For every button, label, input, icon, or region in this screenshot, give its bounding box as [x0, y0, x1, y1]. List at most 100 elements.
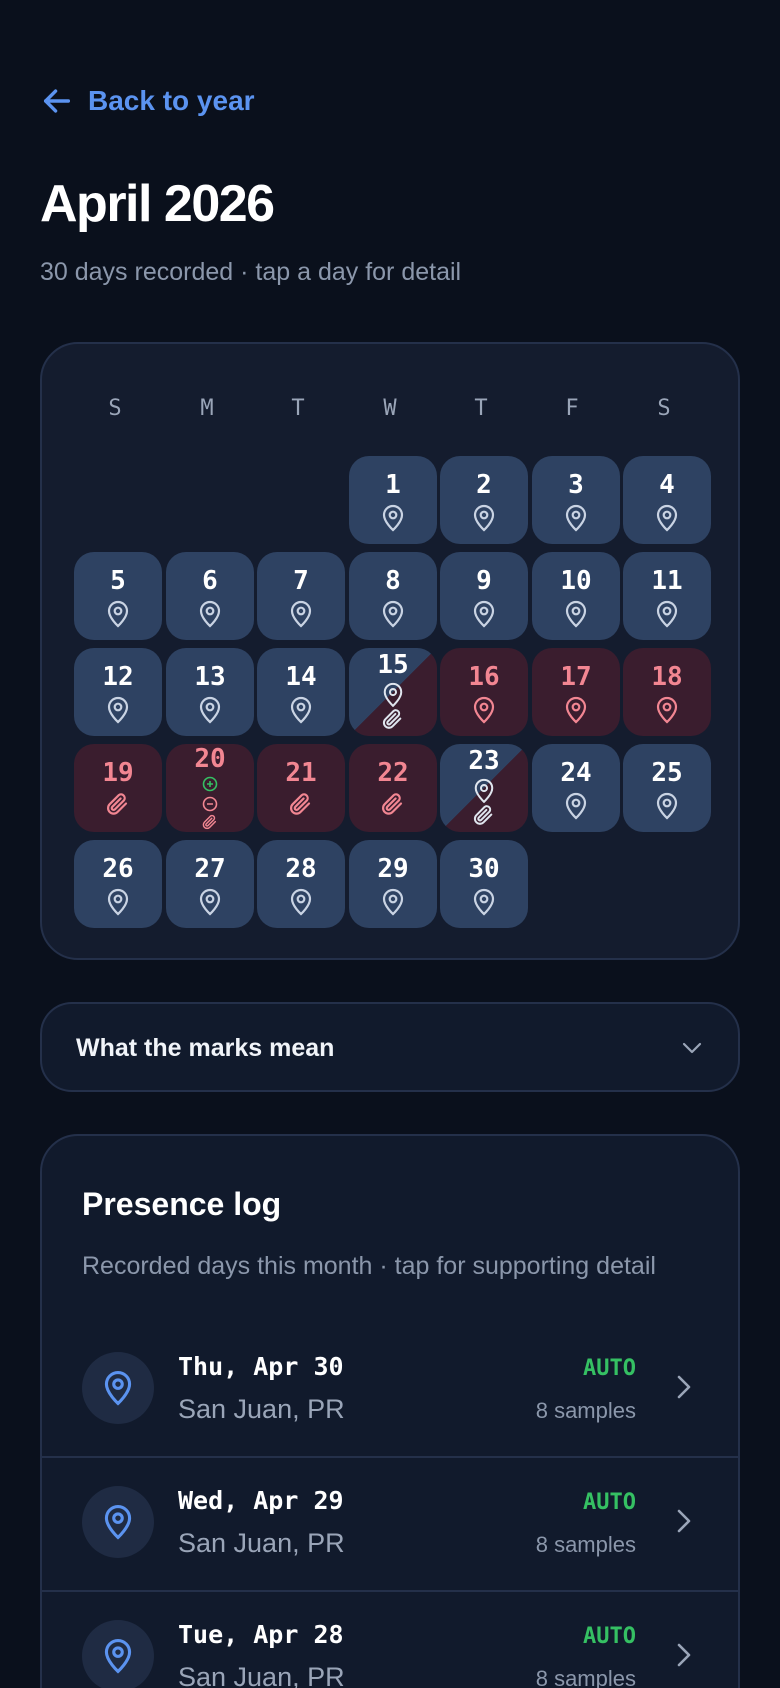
calendar-day-18[interactable]: 18	[623, 648, 711, 736]
day-number: 23	[468, 746, 500, 776]
back-to-year-link[interactable]: Back to year	[40, 84, 255, 118]
calendar-day-16[interactable]: 16	[440, 648, 528, 736]
log-entry-samples: 8 samples	[535, 1532, 636, 1557]
location-pin-icon	[198, 888, 222, 916]
calendar-day-14[interactable]: 14	[257, 648, 345, 736]
log-entry-samples: 8 samples	[535, 1666, 636, 1688]
legend-label: What the marks mean	[76, 1034, 335, 1062]
calendar-day-15[interactable]: 15	[349, 648, 437, 736]
paperclip-icon	[473, 804, 495, 826]
day-number: 19	[102, 758, 134, 788]
back-label: Back to year	[88, 85, 255, 116]
location-pin-icon	[472, 696, 496, 724]
day-number: 6	[202, 566, 218, 596]
calendar-day-28[interactable]: 28	[257, 840, 345, 928]
location-pin-icon	[198, 696, 222, 724]
location-pin-icon	[82, 1486, 154, 1558]
calendar-day-1[interactable]: 1	[349, 456, 437, 544]
location-pin-icon	[381, 600, 405, 628]
presence-log-card: Presence log Recorded days this month · …	[40, 1134, 740, 1688]
location-pin-icon	[472, 888, 496, 916]
day-number: 21	[285, 758, 317, 788]
paperclip-icon	[381, 792, 405, 818]
location-pin-icon	[564, 696, 588, 724]
log-entry-badge: AUTO	[583, 1356, 636, 1381]
calendar-day-27[interactable]: 27	[166, 840, 254, 928]
day-number: 22	[377, 758, 409, 788]
chevron-right-icon	[677, 1375, 691, 1399]
log-entry[interactable]: Wed, Apr 29 San Juan, PR AUTO 8 samples	[42, 1456, 738, 1588]
day-number: 20	[194, 744, 226, 774]
minus-circle-icon	[202, 796, 218, 812]
day-number: 27	[194, 854, 226, 884]
arrow-left-icon	[43, 89, 71, 113]
location-pin-icon	[106, 696, 130, 724]
day-number: 28	[285, 854, 317, 884]
location-pin-icon	[472, 504, 496, 532]
calendar-day-24[interactable]: 24	[532, 744, 620, 832]
log-entry[interactable]: Tue, Apr 28 San Juan, PR AUTO 8 samples	[42, 1590, 738, 1688]
calendar-day-6[interactable]: 6	[166, 552, 254, 640]
plus-circle-icon	[202, 776, 218, 792]
weekday-thu: T	[474, 396, 488, 421]
log-entry-date: Thu, Apr 30	[178, 1352, 344, 1381]
calendar-day-13[interactable]: 13	[166, 648, 254, 736]
calendar-day-30[interactable]: 30	[440, 840, 528, 928]
location-pin-icon	[106, 600, 130, 628]
day-number: 29	[377, 854, 409, 884]
day-number: 17	[560, 662, 592, 692]
page-title: April 2026	[40, 175, 275, 233]
calendar-day-19[interactable]: 19	[74, 744, 162, 832]
calendar-day-23[interactable]: 23	[440, 744, 528, 832]
calendar-day-12[interactable]: 12	[74, 648, 162, 736]
day-number: 15	[377, 650, 409, 680]
log-entry-place: San Juan, PR	[178, 1394, 345, 1424]
weekday-wed: W	[383, 396, 397, 421]
location-pin-icon	[289, 600, 313, 628]
day-number: 26	[102, 854, 134, 884]
calendar-day-4[interactable]: 4	[623, 456, 711, 544]
calendar-day-11[interactable]: 11	[623, 552, 711, 640]
location-pin-icon	[198, 600, 222, 628]
calendar-day-25[interactable]: 25	[623, 744, 711, 832]
day-number: 24	[560, 758, 592, 788]
paperclip-icon	[202, 814, 218, 830]
calendar-day-21[interactable]: 21	[257, 744, 345, 832]
weekday-mon: M	[200, 396, 214, 421]
log-entry-place: San Juan, PR	[178, 1662, 345, 1688]
weekday-sun: S	[108, 396, 122, 421]
day-number: 5	[110, 566, 126, 596]
log-entry-place: San Juan, PR	[178, 1528, 345, 1558]
calendar-day-3[interactable]: 3	[532, 456, 620, 544]
page-subtitle: 30 days recorded · tap a day for detail	[40, 258, 462, 286]
calendar-day-5[interactable]: 5	[74, 552, 162, 640]
paperclip-icon	[289, 792, 313, 818]
calendar-day-17[interactable]: 17	[532, 648, 620, 736]
calendar-day-20[interactable]: 20	[166, 744, 254, 832]
calendar-day-29[interactable]: 29	[349, 840, 437, 928]
marks-legend-toggle[interactable]: What the marks mean	[40, 1002, 740, 1092]
location-pin-icon	[655, 504, 679, 532]
calendar-day-2[interactable]: 2	[440, 456, 528, 544]
presence-log-subtitle: Recorded days this month · tap for suppo…	[82, 1252, 656, 1280]
location-pin-icon	[564, 600, 588, 628]
day-number: 8	[385, 566, 401, 596]
log-entry-badge: AUTO	[583, 1624, 636, 1649]
location-pin-icon	[382, 682, 404, 708]
log-entry-badge: AUTO	[583, 1490, 636, 1515]
chevron-right-icon	[677, 1509, 691, 1533]
calendar-day-22[interactable]: 22	[349, 744, 437, 832]
location-pin-icon	[564, 504, 588, 532]
log-entry[interactable]: Thu, Apr 30 San Juan, PR AUTO 8 samples	[42, 1324, 738, 1456]
location-pin-icon	[289, 888, 313, 916]
calendar-day-8[interactable]: 8	[349, 552, 437, 640]
calendar-day-10[interactable]: 10	[532, 552, 620, 640]
location-pin-icon	[289, 696, 313, 724]
location-pin-icon	[655, 600, 679, 628]
log-entry-samples: 8 samples	[535, 1398, 636, 1423]
calendar-day-26[interactable]: 26	[74, 840, 162, 928]
location-pin-icon	[655, 792, 679, 820]
calendar-day-7[interactable]: 7	[257, 552, 345, 640]
calendar-day-9[interactable]: 9	[440, 552, 528, 640]
location-pin-icon	[472, 600, 496, 628]
